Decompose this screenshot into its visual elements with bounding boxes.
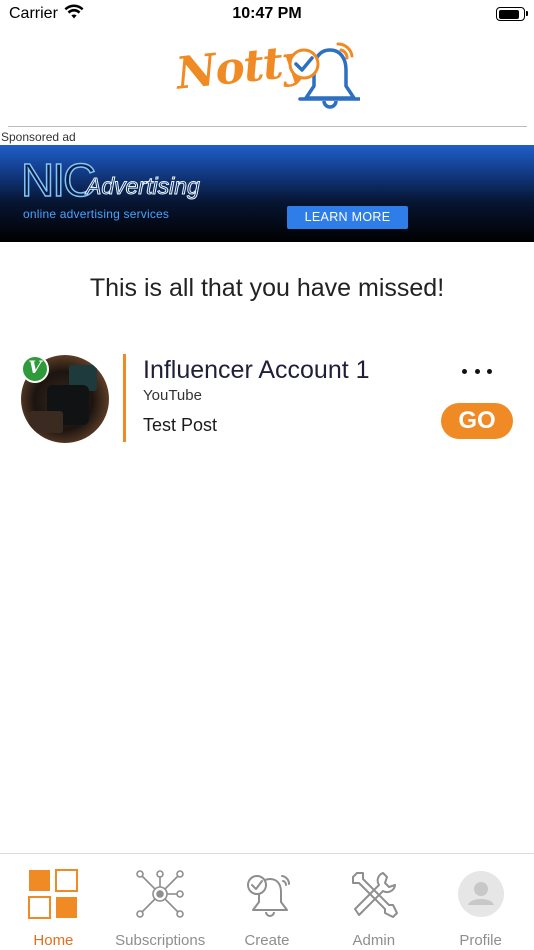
ad-brand: NIC [20, 153, 97, 207]
app-logo: Notty [0, 34, 534, 116]
ellipsis-icon[interactable] [462, 363, 492, 379]
tab-label-profile: Profile [459, 932, 502, 949]
tab-bar: Home Subscriptions Create Admin Profile [0, 853, 534, 950]
tab-admin[interactable]: Admin [320, 854, 427, 950]
battery-icon [496, 7, 528, 21]
network-icon [136, 870, 184, 918]
bell-check-icon [288, 42, 360, 109]
ad-brand-suffix: Advertising [86, 173, 201, 200]
platform-label: YouTube [143, 387, 202, 404]
notification-card[interactable]: V Influencer Account 1 YouTube Test Post… [0, 350, 534, 450]
post-title: Test Post [143, 415, 218, 435]
card-divider [123, 354, 126, 442]
battery-level [498, 9, 520, 19]
tab-label-create: Create [244, 932, 290, 949]
tab-label-home: Home [33, 932, 74, 949]
sponsored-label: Sponsored ad [1, 130, 76, 144]
account-name: Influencer Account 1 [143, 356, 370, 384]
clock: 10:47 PM [232, 5, 302, 22]
header-divider [8, 126, 527, 127]
vimeo-badge-icon: V [21, 355, 49, 383]
user-icon [457, 871, 504, 917]
page-title: This is all that you have missed! [89, 274, 445, 302]
go-button[interactable]: GO [441, 403, 513, 439]
tab-create[interactable]: Create [214, 854, 321, 950]
bell-check-icon [246, 875, 290, 917]
learn-more-button[interactable]: LEARN MORE [287, 206, 408, 229]
tab-profile[interactable]: Profile [427, 854, 534, 950]
tab-subscriptions[interactable]: Subscriptions [107, 854, 214, 950]
tab-label-admin: Admin [352, 932, 396, 949]
ad-tagline: online advertising services [23, 207, 170, 221]
tab-label-subscriptions: Subscriptions [115, 932, 206, 949]
tools-icon [351, 872, 398, 918]
grid-icon [28, 869, 79, 919]
ad-banner[interactable]: NIC Advertising online advertising servi… [0, 145, 534, 242]
status-bar: Carrier 10:47 PM [0, 0, 534, 28]
tab-home[interactable]: Home [0, 854, 107, 950]
